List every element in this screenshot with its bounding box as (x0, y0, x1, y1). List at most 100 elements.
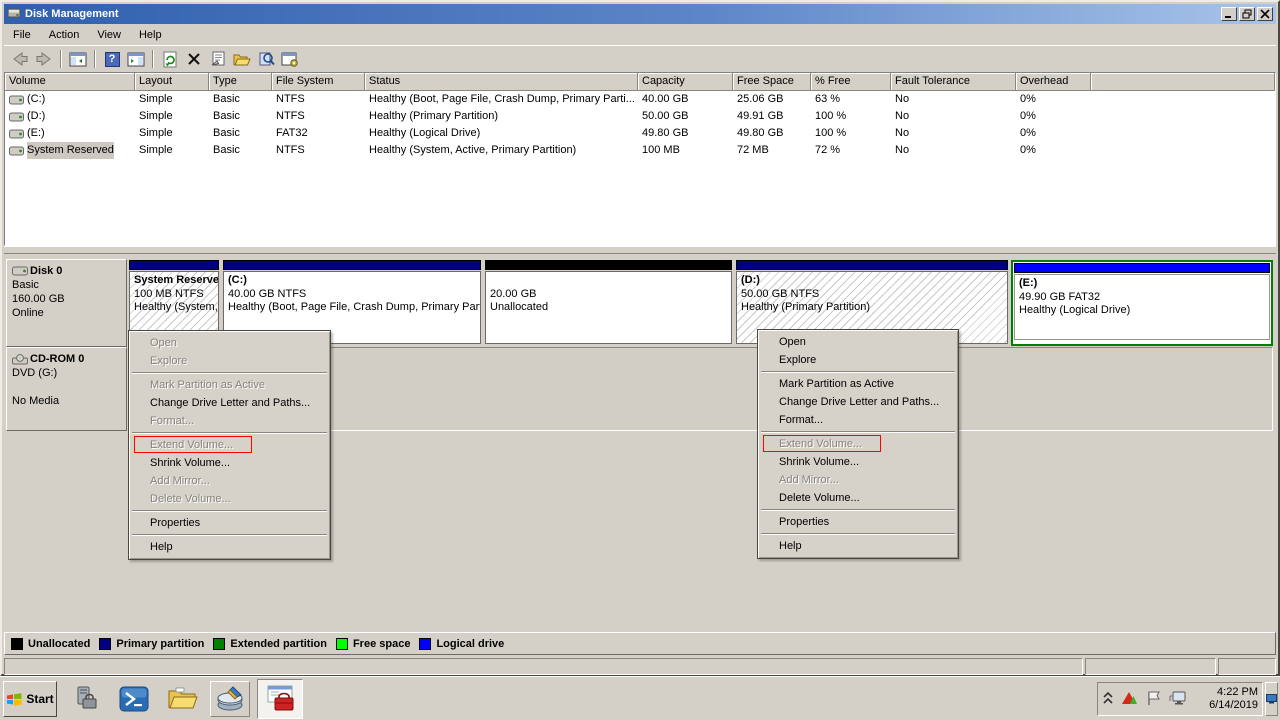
server-manager-icon[interactable] (66, 681, 106, 717)
status-cell-right (1218, 658, 1276, 675)
column-header-volume[interactable]: Volume (5, 73, 135, 91)
file-explorer-icon[interactable] (163, 681, 203, 717)
toolbar-separator (94, 50, 96, 68)
column-header-percent-free[interactable]: % Free (811, 73, 891, 91)
cell-overhead: 0% (1016, 91, 1091, 108)
partition-color-bar (129, 260, 219, 270)
cell-type: Basic (209, 91, 272, 108)
close-button[interactable] (1257, 7, 1273, 21)
menu-separator (761, 371, 955, 373)
app-indicator-icon[interactable] (1121, 690, 1139, 709)
volume-name: (E:) (27, 125, 45, 142)
menu-item-help[interactable]: Help (759, 537, 957, 555)
column-header-status[interactable]: Status (365, 73, 638, 91)
taskbar: Start 4:22 PM 6/14/2019 (0, 676, 1280, 720)
menu-item-explore[interactable]: Explore (759, 351, 957, 369)
start-button[interactable]: Start (3, 681, 57, 717)
cell-fault-tolerance: No (891, 108, 1016, 125)
drive-icon (9, 146, 24, 156)
column-header-layout[interactable]: Layout (135, 73, 209, 91)
column-header-overhead[interactable]: Overhead (1016, 73, 1091, 91)
legend-item: Extended partition (213, 638, 327, 650)
cell-percent-free: 72 % (811, 142, 891, 159)
cell-percent-free: 100 % (811, 125, 891, 142)
back-icon[interactable] (8, 48, 32, 70)
refresh-icon[interactable] (158, 48, 182, 70)
toolbar-separator (152, 50, 154, 68)
menu-separator (132, 432, 327, 434)
delete-icon[interactable] (182, 48, 206, 70)
restore-button[interactable] (1239, 7, 1255, 21)
cdrom-status: No Media (12, 394, 121, 408)
menu-file[interactable]: File (4, 26, 40, 44)
table-row[interactable]: (C:) Simple Basic NTFS Healthy (Boot, Pa… (5, 91, 1275, 108)
cell-overhead: 0% (1016, 142, 1091, 159)
disk0-label[interactable]: Disk 0 Basic 160.00 GB Online (6, 259, 127, 347)
partition-e[interactable]: (E:) 49.90 GB FAT32 Healthy (Logical Dri… (1014, 263, 1270, 340)
legend-swatch-free (336, 638, 348, 650)
menu-view[interactable]: View (88, 26, 130, 44)
cell-layout: Simple (135, 108, 209, 125)
show-desktop-button[interactable] (1265, 682, 1278, 716)
show-action-pane-icon[interactable] (124, 48, 148, 70)
table-row[interactable]: (E:) Simple Basic FAT32 Healthy (Logical… (5, 125, 1275, 142)
computer-management-active-icon[interactable] (257, 679, 303, 719)
menu-help[interactable]: Help (130, 26, 171, 44)
menu-separator (132, 510, 327, 512)
cell-overhead: 0% (1016, 108, 1091, 125)
settings-icon[interactable] (278, 48, 302, 70)
find-icon[interactable] (254, 48, 278, 70)
column-header-capacity[interactable]: Capacity (638, 73, 733, 91)
column-header-free-space[interactable]: Free Space (733, 73, 811, 91)
column-header-file-system[interactable]: File System (272, 73, 365, 91)
column-header-type[interactable]: Type (209, 73, 272, 91)
menu-item-shrink-volume[interactable]: Shrink Volume... (130, 454, 329, 472)
clock[interactable]: 4:22 PM 6/14/2019 (1209, 686, 1258, 712)
legend-swatch-primary (99, 638, 111, 650)
help-icon[interactable]: ? (100, 48, 124, 70)
minimize-button[interactable] (1221, 7, 1237, 21)
column-header-fault-tolerance[interactable]: Fault Tolerance (891, 73, 1016, 91)
window-controls (1219, 7, 1273, 21)
menu-item-change-drive-letter[interactable]: Change Drive Letter and Paths... (130, 394, 329, 412)
table-row[interactable]: (D:) Simple Basic NTFS Healthy (Primary … (5, 108, 1275, 125)
hidden-icons-chevron[interactable] (1102, 690, 1114, 709)
cell-capacity: 40.00 GB (638, 91, 733, 108)
show-console-tree-icon[interactable] (66, 48, 90, 70)
status-cell-mid (1085, 658, 1216, 675)
unallocated-space[interactable]: 20.00 GB Unallocated (485, 260, 732, 346)
cdrom-label[interactable]: CD-ROM 0 DVD (G:) No Media (6, 347, 127, 431)
menu-item-mark-partition-active[interactable]: Mark Partition as Active (759, 375, 957, 393)
menu-item-open[interactable]: Open (759, 333, 957, 351)
action-center-flag-icon[interactable] (1146, 690, 1162, 709)
menu-item-properties[interactable]: Properties (759, 513, 957, 531)
cell-type: Basic (209, 125, 272, 142)
disk-tool-icon[interactable] (210, 681, 250, 717)
menu-item-format[interactable]: Format... (759, 411, 957, 429)
menu-item-help[interactable]: Help (130, 538, 329, 556)
properties-icon[interactable] (206, 48, 230, 70)
powershell-icon[interactable] (114, 681, 154, 717)
window-icon[interactable] (7, 6, 21, 23)
forward-icon[interactable] (32, 48, 56, 70)
menu-item-explore: Explore (130, 352, 329, 370)
partition-color-bar (736, 260, 1008, 270)
menu-item-delete-volume[interactable]: Delete Volume... (759, 489, 957, 507)
partition-color-bar (485, 260, 732, 270)
menu-item-change-drive-letter[interactable]: Change Drive Letter and Paths... (759, 393, 957, 411)
legend-swatch-unallocated (11, 638, 23, 650)
drive-icon (9, 95, 24, 105)
network-status-icon[interactable] (1169, 690, 1187, 709)
cell-layout: Simple (135, 91, 209, 108)
menu-item-mark-partition-active: Mark Partition as Active (130, 376, 329, 394)
open-folder-icon[interactable] (230, 48, 254, 70)
windows-logo-icon (6, 691, 23, 707)
menu-item-extend-volume: Extend Volume... (130, 436, 329, 454)
menu-item-shrink-volume[interactable]: Shrink Volume... (759, 453, 957, 471)
table-row-selected[interactable]: System Reserved Simple Basic NTFS Health… (5, 142, 1275, 159)
cdrom-icon (12, 354, 28, 365)
pane-splitter[interactable] (4, 246, 1276, 254)
menu-item-properties[interactable]: Properties (130, 514, 329, 532)
cell-percent-free: 63 % (811, 91, 891, 108)
menu-action[interactable]: Action (40, 26, 89, 44)
